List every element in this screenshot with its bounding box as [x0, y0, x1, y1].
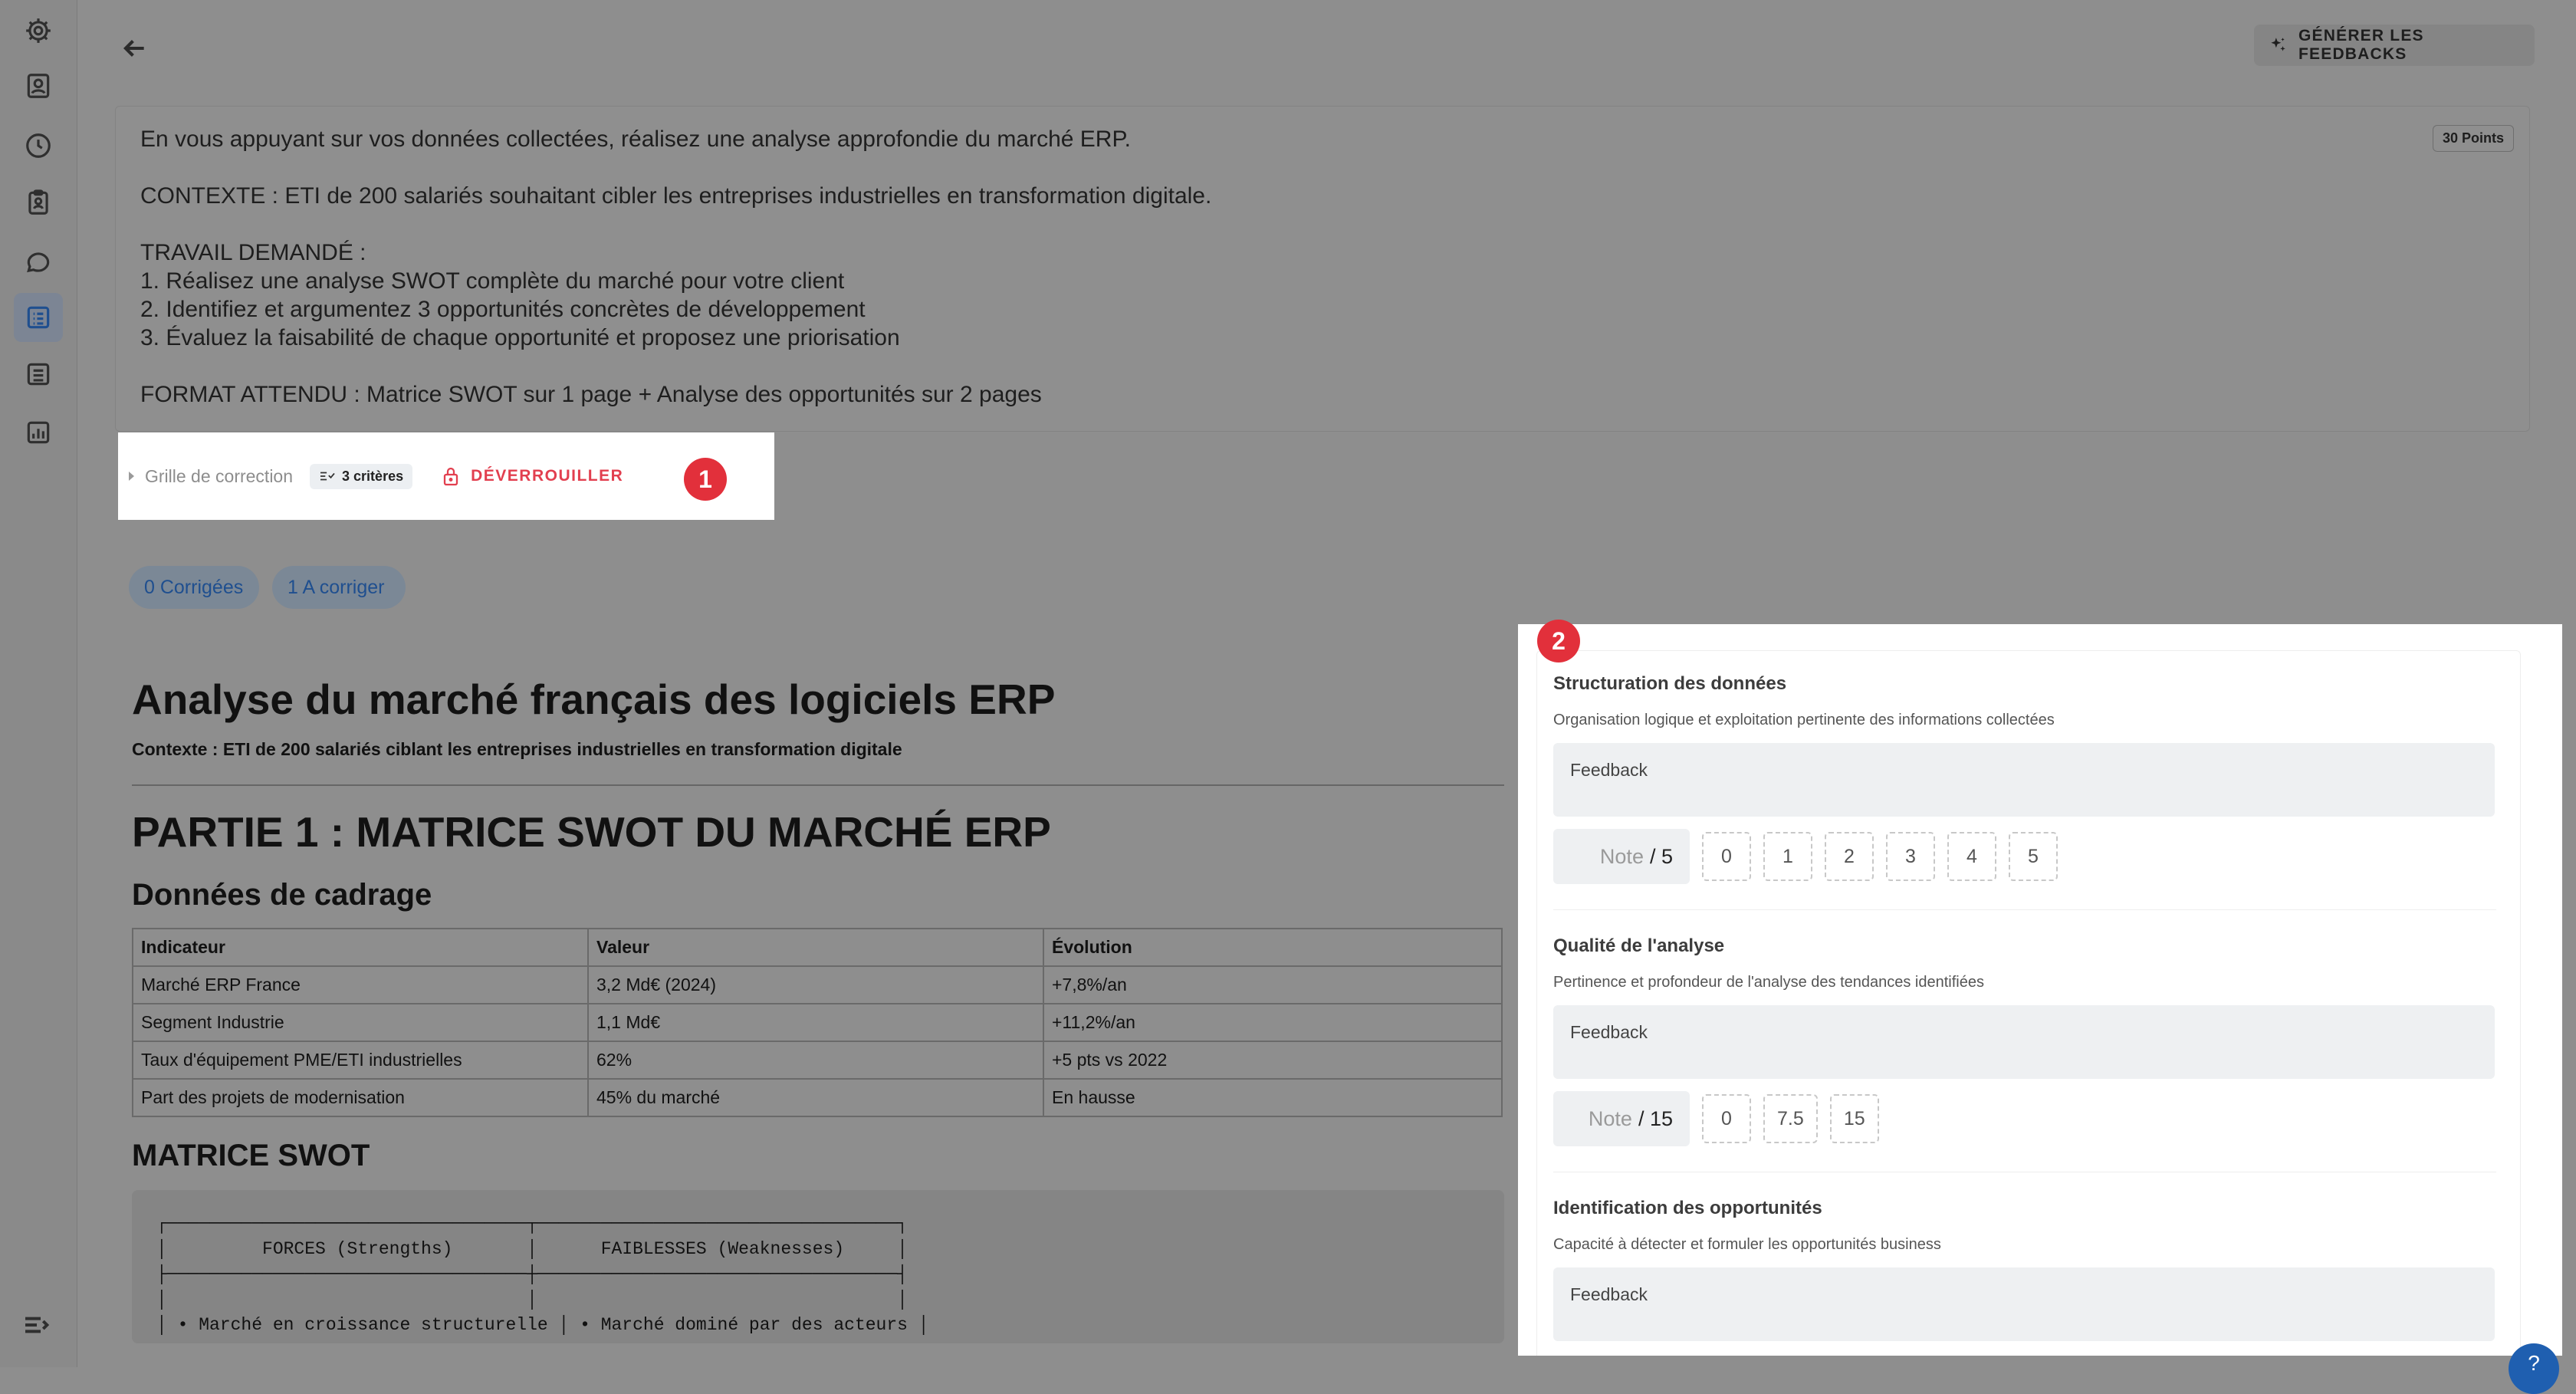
score-option[interactable]: 7.5: [1763, 1094, 1818, 1143]
score-option[interactable]: 4: [1947, 832, 1996, 881]
document-title: Analyse du marché français des logiciels…: [132, 676, 1056, 723]
instruction-line: CONTEXTE : ETI de 200 salariés souhaitan…: [140, 183, 1212, 209]
feedback-textarea[interactable]: Feedback: [1553, 1005, 2495, 1079]
student-document: Analyse du marché français des logiciels…: [132, 675, 1504, 1343]
table-cell: Taux d'équipement PME/ETI industrielles: [132, 1041, 589, 1080]
lock-icon: [443, 467, 458, 486]
criterion-structuration: Structuration des données Organisation l…: [1553, 673, 2496, 884]
annotation-marker-1: 1: [684, 458, 727, 501]
instruction-line: TRAVAIL DEMANDÉ :: [140, 240, 366, 265]
document-context: Contexte : ETI de 200 salariés ciblant l…: [132, 739, 902, 759]
to-correct-filter-chip[interactable]: 1 A corriger: [272, 566, 406, 609]
criterion-analyse: Qualité de l'analyse Pertinence et profo…: [1553, 935, 2496, 1146]
table-cell: Segment Industrie: [132, 1003, 589, 1042]
table-cell: +7,8%/an: [1043, 965, 1503, 1004]
score-input[interactable]: Note / 5: [1553, 829, 1690, 884]
instruction-line: FORMAT ATTENDU : Matrice SWOT sur 1 page…: [140, 382, 1042, 407]
table-cell: Part des projets de modernisation: [132, 1078, 589, 1117]
back-button[interactable]: [115, 29, 153, 67]
table-cell: En hausse: [1043, 1078, 1503, 1117]
rubric-toggle[interactable]: Grille de correction: [145, 466, 293, 487]
criterion-description: Organisation logique et exploitation per…: [1553, 712, 2055, 728]
table-header: Indicateur: [132, 928, 589, 967]
annotation-marker-2: 2: [1537, 620, 1580, 662]
settings-icon[interactable]: [14, 6, 63, 55]
table-header: Valeur: [587, 928, 1044, 967]
help-button[interactable]: ?: [2509, 1343, 2559, 1394]
table-cell: 45% du marché: [587, 1078, 1044, 1117]
score-max: / 15: [1638, 1106, 1673, 1130]
table-cell: 3,2 Md€ (2024): [587, 965, 1044, 1004]
score-option[interactable]: 0: [1702, 1094, 1751, 1143]
instruction-line: En vous appuyant sur vos données collect…: [140, 127, 1131, 152]
section-heading: Données de cadrage: [132, 878, 432, 912]
score-option[interactable]: 1: [1763, 832, 1812, 881]
table-row: Segment Industrie 1,1 Md€ +11,2%/an: [132, 1003, 1503, 1042]
chat-bubble-icon[interactable]: [14, 238, 63, 287]
checklist-icon: [320, 472, 335, 481]
score-option[interactable]: 0: [1702, 832, 1751, 881]
instruction-line: 3. Évaluez la faisabilité de chaque oppo…: [140, 325, 900, 350]
score-input[interactable]: Note / 15: [1553, 1091, 1690, 1146]
score-row: Note / 15 0 7.5 15: [1553, 1091, 2496, 1146]
swot-code-block: ┌──────────────────────────────────┬────…: [132, 1190, 1504, 1343]
list-icon[interactable]: [14, 350, 63, 399]
sparkle-icon: [2271, 38, 2285, 51]
contact-card-icon[interactable]: [14, 61, 63, 110]
generate-feedbacks-label: GÉNÉRER LES FEEDBACKS: [2298, 27, 2424, 63]
table-cell: +11,2%/an: [1043, 1003, 1503, 1042]
generate-feedbacks-button[interactable]: GÉNÉRER LES FEEDBACKS: [2254, 25, 2535, 66]
swot-ascii-matrix: ┌──────────────────────────────────┬────…: [156, 1214, 929, 1335]
table-row: Part des projets de modernisation 45% du…: [132, 1078, 1503, 1117]
menu-collapse-icon[interactable]: [21, 1310, 55, 1343]
table-cell: 62%: [587, 1041, 1044, 1080]
bar-chart-icon[interactable]: [14, 408, 63, 457]
table-row: Marché ERP France 3,2 Md€ (2024) +7,8%/a…: [132, 965, 1503, 1004]
sidebar: [0, 0, 77, 1367]
assignment-list-icon[interactable]: [14, 293, 63, 342]
criterion-description: Capacité à détecter et formuler les oppo…: [1553, 1236, 1941, 1253]
score-placeholder: Note: [1588, 1106, 1632, 1130]
table-cell: 1,1 Md€: [587, 1003, 1044, 1042]
grading-rubric-bar: Grille de correction 3 critères DÉVERROU…: [118, 432, 774, 520]
score-option[interactable]: 3: [1886, 832, 1935, 881]
feedback-panel: Structuration des données Organisation l…: [1518, 624, 2562, 1356]
score-option[interactable]: 2: [1825, 832, 1874, 881]
unlock-label: DÉVERROUILLER: [471, 467, 624, 485]
arrow-left-icon: [123, 40, 144, 57]
divider: [132, 784, 1504, 786]
section-heading: MATRICE SWOT: [132, 1139, 370, 1172]
unlock-button[interactable]: DÉVERROUILLER: [442, 466, 623, 486]
score-placeholder: Note: [1599, 844, 1644, 868]
score-max: / 5: [1649, 844, 1673, 868]
score-option[interactable]: 15: [1829, 1094, 1879, 1143]
divider: [1553, 909, 2496, 910]
criterion-title: Structuration des données: [1553, 673, 1787, 694]
score-row: Note / 5 0 1 2 3 4 5: [1553, 829, 2496, 884]
clipboard-user-icon[interactable]: [14, 178, 63, 227]
criterion-opportunites: Identification des opportunités Capacité…: [1553, 1198, 2496, 1341]
table-cell: +5 pts vs 2022: [1043, 1041, 1503, 1080]
criterion-description: Pertinence et profondeur de l'analyse de…: [1553, 974, 1984, 991]
document-part-heading: PARTIE 1 : MATRICE SWOT DU MARCHÉ ERP: [132, 808, 1051, 856]
feedback-textarea[interactable]: Feedback: [1553, 1267, 2495, 1341]
table-header-row: Indicateur Valeur Évolution: [132, 928, 1503, 967]
caret-right-icon[interactable]: [129, 472, 134, 481]
score-option[interactable]: 5: [2009, 832, 2058, 881]
data-table: Indicateur Valeur Évolution Marché ERP F…: [132, 928, 1503, 1117]
instruction-line: 2. Identifiez et argumentez 3 opportunit…: [140, 297, 866, 322]
table-row: Taux d'équipement PME/ETI industrielles …: [132, 1041, 1503, 1080]
criterion-title: Qualité de l'analyse: [1553, 935, 1725, 956]
criteria-count-badge: 3 critères: [310, 463, 413, 489]
feedback-textarea[interactable]: Feedback: [1553, 743, 2495, 817]
assignment-instructions: 30 Points En vous appuyant sur vos donné…: [115, 106, 2530, 432]
points-badge: 30 Points: [2432, 125, 2514, 152]
criteria-count-label: 3 critères: [342, 468, 404, 484]
table-header: Évolution: [1043, 928, 1503, 967]
instruction-line: 1. Réalisez une analyse SWOT complète du…: [140, 268, 845, 294]
corrected-filter-chip[interactable]: 0 Corrigées: [129, 566, 259, 609]
table-cell: Marché ERP France: [132, 965, 589, 1004]
criterion-title: Identification des opportunités: [1553, 1198, 1822, 1218]
clock-icon[interactable]: [14, 121, 63, 170]
